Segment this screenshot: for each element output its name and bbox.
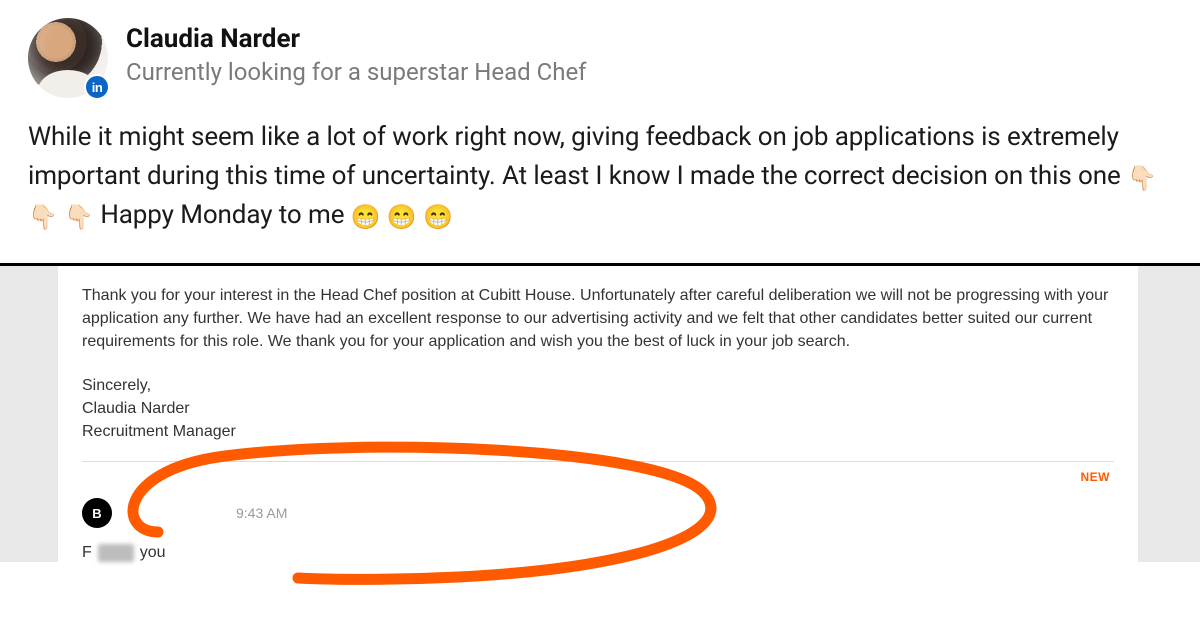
email-card: Thank you for your interest in the Head … (58, 266, 1138, 562)
author-avatar[interactable]: in (28, 18, 108, 98)
email-divider (82, 461, 1114, 462)
grin-icon: 😁 (423, 203, 453, 231)
censored-text (98, 544, 134, 562)
author-name[interactable]: Claudia Narder (126, 24, 587, 55)
post-body-text: While it might seem like a lot of work r… (28, 122, 1127, 191)
reply-suffix: you (140, 544, 166, 562)
new-badge: NEW (82, 470, 1110, 484)
reply-prefix: F (82, 544, 92, 562)
linkedin-badge-icon: in (84, 74, 110, 100)
grin-icon: 😁 (351, 203, 381, 231)
email-screenshot: Thank you for your interest in the Head … (0, 266, 1200, 562)
point-down-icon: 👇🏻 (1127, 164, 1157, 192)
reply-message: F you (82, 544, 1114, 562)
point-down-icon: 👇🏻 (64, 203, 94, 231)
email-body-text: Thank you for your interest in the Head … (82, 284, 1114, 354)
post-body-text-2: Happy Monday to me (100, 200, 350, 230)
sig-title: Recruitment Manager (82, 420, 1114, 443)
reply-header-row: B 9:43 AM (82, 498, 1114, 534)
author-headline: Currently looking for a superstar Head C… (126, 57, 587, 88)
reply-avatar[interactable]: B (82, 498, 112, 528)
sig-closing: Sincerely, (82, 374, 1114, 397)
reply-timestamp: 9:43 AM (236, 505, 287, 521)
sig-name: Claudia Narder (82, 397, 1114, 420)
grin-icon: 😁 (387, 203, 417, 231)
post-header: in Claudia Narder Currently looking for … (28, 18, 1172, 98)
post-body: While it might seem like a lot of work r… (28, 118, 1172, 235)
point-down-icon: 👇🏻 (28, 203, 58, 231)
email-signature: Sincerely, Claudia Narder Recruitment Ma… (82, 374, 1114, 444)
